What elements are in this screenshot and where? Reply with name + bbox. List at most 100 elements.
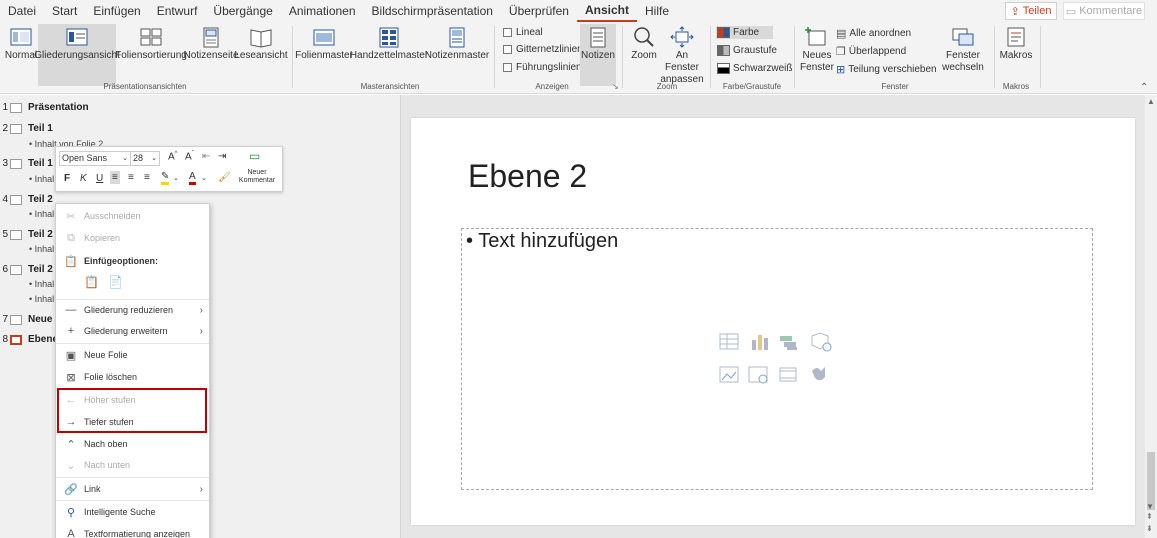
color-button[interactable]: Farbe <box>716 26 774 39</box>
slide-title[interactable]: Ebene 2 <box>468 158 587 195</box>
move-split-button[interactable]: ⊞ Teilung verschieben <box>836 63 937 76</box>
arrange-all-button[interactable]: ▤ Alle anordnen <box>836 27 911 40</box>
content-placeholder[interactable] <box>461 228 1093 490</box>
tab-animationen[interactable]: Animationen <box>281 0 364 22</box>
insert-table-icon[interactable] <box>719 333 739 350</box>
dialog-launcher-icon[interactable]: ↘ <box>612 82 619 91</box>
outline-bullet[interactable]: • Inhal <box>29 244 54 254</box>
outline-row[interactable]: 3 Teil 1 <box>0 158 52 169</box>
scroll-down-icon[interactable]: ▼ <box>1146 502 1154 511</box>
link-menu-item[interactable]: 🔗 Link › <box>56 479 209 499</box>
outline-row[interactable]: 4 Teil 2 <box>0 194 52 205</box>
new-comment-label[interactable]: Neuer Kommentar <box>234 169 280 185</box>
gridlines-checkbox[interactable]: Gitternetzlinien <box>503 44 583 55</box>
insert-3d-model-icon[interactable] <box>811 332 832 352</box>
notes-page-button[interactable]: Notizenseite <box>183 24 239 86</box>
collapse-ribbon-icon[interactable]: ⌃ <box>1140 82 1148 93</box>
macros-button[interactable]: Makros <box>998 24 1034 86</box>
reading-view-button[interactable]: Leseansicht <box>234 24 288 86</box>
tab-ansicht[interactable]: Ansicht <box>576 0 637 22</box>
outline-row[interactable]: 1 Präsentation <box>0 102 88 113</box>
align-center-icon[interactable]: ≡ <box>128 172 134 183</box>
previous-slide-icon[interactable]: ⇞ <box>1146 512 1153 521</box>
slide-master-button[interactable]: Folienmaster <box>295 24 353 86</box>
chevron-down-icon[interactable]: ⌄ <box>201 174 207 182</box>
normal-view-button[interactable]: Normal <box>4 24 38 86</box>
scroll-up-icon[interactable]: ▲ <box>1147 97 1155 106</box>
tab-entwurf[interactable]: Entwurf <box>149 0 206 22</box>
font-name-dropdown[interactable]: Open Sans ⌄ <box>59 151 131 166</box>
increase-indent-icon[interactable]: ⇥ <box>218 151 226 162</box>
tab-uebergaenge[interactable]: Übergänge <box>205 0 280 22</box>
outline-row[interactable]: 7 Neue <box>0 314 52 325</box>
decrease-indent-icon[interactable]: ⇤ <box>202 151 210 162</box>
handout-master-button[interactable]: Handzettelmaster <box>350 24 428 86</box>
new-slide-menu-item[interactable]: ▣ Neue Folie <box>56 345 209 365</box>
insert-icon-icon[interactable] <box>812 367 825 381</box>
fit-window-button[interactable]: An Fenster anpassen <box>660 24 704 86</box>
plus-icon: + <box>67 325 75 337</box>
slide-sorter-button[interactable]: Foliensortierung <box>115 24 187 86</box>
insert-video-icon[interactable] <box>779 367 797 382</box>
font-size-dropdown[interactable]: 28 ⌄ <box>130 151 160 166</box>
outline-bullet[interactable]: • Inhal <box>29 294 54 304</box>
grow-font-icon[interactable]: A^ <box>168 151 178 162</box>
expand-outline-menu-item[interactable]: + Gliederung erweitern › <box>56 321 209 341</box>
content-text[interactable]: • Text hinzufügen <box>466 230 618 253</box>
notes-toggle-button[interactable]: Notizen <box>580 24 616 86</box>
paste-keep-formatting-icon[interactable]: 📋 <box>84 275 99 289</box>
move-down-menu-item[interactable]: ⌄ Nach unten <box>56 455 209 475</box>
slide-number: 7 <box>2 314 8 325</box>
comments-button[interactable]: ▭ Kommentare <box>1063 2 1145 20</box>
cascade-button[interactable]: ❐ Überlappend <box>836 45 906 58</box>
insert-picture-icon[interactable] <box>719 366 739 383</box>
outline-view-button[interactable]: Gliederungsansicht <box>34 24 120 86</box>
outline-row[interactable]: 6 Teil 2 <box>0 264 52 275</box>
group-separator <box>494 26 495 88</box>
bold-icon[interactable]: F <box>64 173 70 184</box>
align-left-icon[interactable]: ≡ <box>110 171 120 184</box>
delete-slide-menu-item[interactable]: ⊠ Folie löschen <box>56 367 209 387</box>
outline-bullet[interactable]: • Inhal <box>29 209 54 219</box>
blackwhite-button[interactable]: Schwarzweiß <box>717 63 792 74</box>
underline-icon[interactable]: U <box>96 173 103 184</box>
chevron-down-icon[interactable]: ⌄ <box>173 174 179 182</box>
notes-master-button[interactable]: Notizenmaster <box>425 24 489 86</box>
share-button[interactable]: ⇪ Teilen <box>1005 2 1057 20</box>
smart-lookup-menu-item[interactable]: ⚲ Intelligente Suche <box>56 502 209 522</box>
highlighter-icon[interactable]: ✎ <box>161 172 170 185</box>
new-comment-icon[interactable]: ▭ <box>249 149 260 163</box>
insert-online-picture-icon[interactable] <box>748 366 768 384</box>
tab-ueberpruefen[interactable]: Überprüfen <box>501 0 577 22</box>
switch-window-button[interactable]: Fenster wechseln <box>938 24 988 86</box>
shrink-font-icon[interactable]: Aˇ <box>185 151 194 162</box>
collapse-outline-menu-item[interactable]: — Gliederung reduzieren › <box>56 300 209 320</box>
outline-row-selected[interactable]: 8 Ebene <box>0 334 58 345</box>
move-up-menu-item[interactable]: ⌃ Nach oben <box>56 434 209 454</box>
insert-chart-icon[interactable] <box>752 335 768 350</box>
paste-text-only-icon[interactable]: 📄 <box>108 275 123 289</box>
guides-checkbox[interactable]: Führungslinien <box>503 62 582 73</box>
grayscale-button[interactable]: Graustufe <box>717 45 777 56</box>
font-color-icon[interactable]: A <box>189 171 196 185</box>
ruler-checkbox[interactable]: Lineal <box>503 27 543 38</box>
outline-row[interactable]: 5 Teil 2 <box>0 229 52 240</box>
outline-row[interactable]: 2 Teil 1 <box>0 123 52 134</box>
outline-bullet[interactable]: • Inhal <box>29 279 54 289</box>
italic-icon[interactable]: K <box>80 173 87 184</box>
tab-start[interactable]: Start <box>44 0 85 22</box>
format-painter-icon[interactable]: 🖌 <box>218 172 231 183</box>
outline-bullet[interactable]: • Inhal <box>29 174 54 184</box>
copy-menu-item[interactable]: ⧉ Kopieren <box>56 228 209 248</box>
align-right-icon[interactable]: ≡ <box>144 172 150 183</box>
zoom-button[interactable]: Zoom <box>628 24 660 86</box>
tab-datei[interactable]: Datei <box>0 0 44 22</box>
new-window-button[interactable]: Neues Fenster <box>800 24 834 86</box>
tab-bildschirmpraesentation[interactable]: Bildschirmpräsentation <box>364 0 501 22</box>
cut-menu-item[interactable]: ✂ Ausschneiden <box>56 206 209 226</box>
next-slide-icon[interactable]: ⇟ <box>1146 524 1153 533</box>
show-formatting-menu-item[interactable]: A Textformatierung anzeigen <box>56 524 209 538</box>
tab-hilfe[interactable]: Hilfe <box>637 0 677 22</box>
insert-smartart-icon[interactable] <box>780 336 797 350</box>
tab-einfuegen[interactable]: Einfügen <box>85 0 148 22</box>
